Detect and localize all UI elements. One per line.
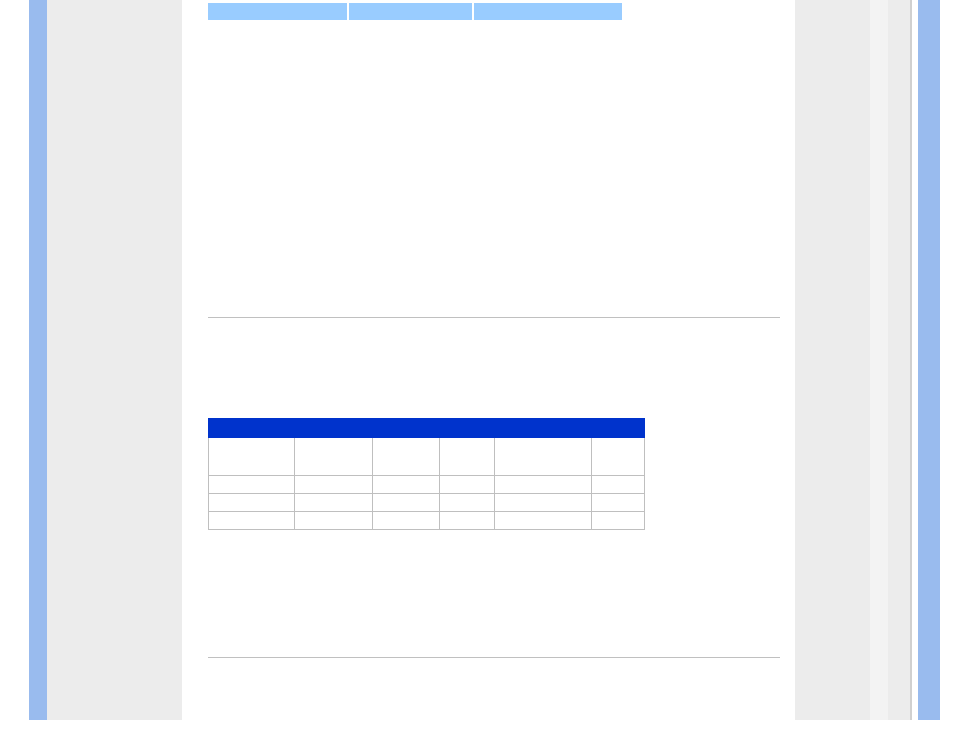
table-row (209, 494, 645, 512)
table-row (209, 512, 645, 530)
table-cell (494, 476, 591, 494)
table-cell (494, 494, 591, 512)
right-gutter-b (888, 0, 910, 720)
table-cell (591, 476, 644, 494)
table-cell (494, 512, 591, 530)
right-divider-line (910, 0, 912, 720)
table-cell (295, 476, 373, 494)
right-sidebar (795, 0, 870, 720)
table-cell (591, 512, 644, 530)
table-header-cell (209, 438, 295, 476)
table-header-row (209, 438, 645, 476)
table-cell (439, 494, 494, 512)
table-cell (209, 476, 295, 494)
right-accent-bar (918, 0, 940, 720)
left-sidebar (47, 0, 182, 720)
table-header-cell (494, 438, 591, 476)
table-cell (209, 512, 295, 530)
table-cell (373, 494, 439, 512)
table-cell (591, 494, 644, 512)
table-cell (373, 512, 439, 530)
left-accent-bar (29, 0, 47, 720)
table-cell (439, 476, 494, 494)
tab-c[interactable] (474, 3, 622, 20)
table-header-cell (439, 438, 494, 476)
main-content (203, 0, 785, 720)
table-cell (439, 512, 494, 530)
table-title-row (209, 419, 645, 438)
tab-bar (208, 3, 622, 20)
table-header-cell (591, 438, 644, 476)
table-title (209, 419, 645, 438)
table-cell (295, 494, 373, 512)
tab-a[interactable] (208, 3, 347, 20)
divider-1 (208, 317, 780, 318)
table-header-cell (295, 438, 373, 476)
table-row (209, 476, 645, 494)
data-table-wrap (208, 418, 645, 530)
table-cell (373, 476, 439, 494)
data-table (208, 418, 645, 530)
table-cell (295, 512, 373, 530)
right-gutter-a (870, 0, 888, 720)
table-cell (209, 494, 295, 512)
table-header-cell (373, 438, 439, 476)
tab-b[interactable] (349, 3, 472, 20)
divider-2 (208, 657, 780, 658)
